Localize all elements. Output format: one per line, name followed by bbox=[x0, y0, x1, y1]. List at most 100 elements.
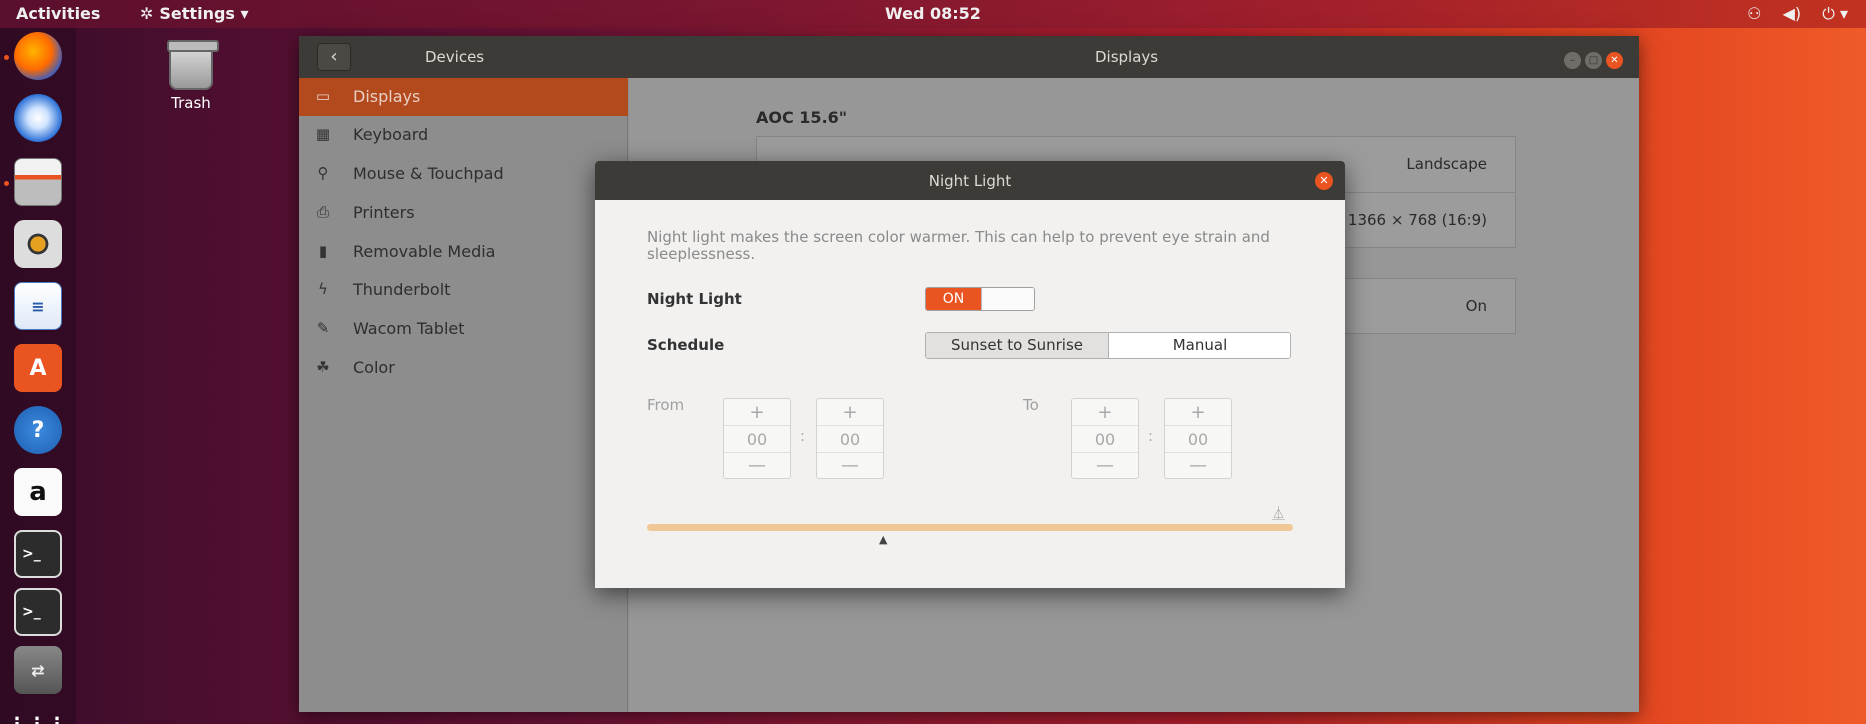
sidebar-item-label: Displays bbox=[353, 87, 421, 106]
writer-icon[interactable]: ≡ bbox=[14, 282, 62, 330]
increment-button[interactable]: + bbox=[724, 400, 790, 426]
night-light-value: On bbox=[1465, 297, 1487, 315]
help-icon[interactable]: ? bbox=[14, 406, 62, 454]
amazon-icon[interactable]: a bbox=[14, 468, 62, 516]
window-controls: – □ ✕ bbox=[1560, 48, 1623, 69]
power-icon: ⏻ ▾ bbox=[1822, 4, 1848, 23]
sidebar-item-label: Keyboard bbox=[353, 125, 429, 144]
trash-desktop-icon[interactable]: Trash bbox=[156, 40, 226, 112]
display-icon: ▭ bbox=[315, 87, 331, 105]
top-bar: Activities ✲ Settings ▾ Wed 08:52 ⚇ ◀) ⏻ … bbox=[0, 0, 1866, 28]
minimize-button[interactable]: – bbox=[1564, 52, 1581, 69]
monitor-name: AOC 15.6" bbox=[756, 108, 848, 127]
increment-button[interactable]: + bbox=[1165, 400, 1231, 426]
to-minutes-spinner[interactable]: + 00 — bbox=[1164, 398, 1232, 479]
time-separator: : bbox=[1148, 427, 1154, 445]
tablet-icon: ✎ bbox=[316, 319, 330, 337]
from-label: From bbox=[647, 396, 685, 414]
printer-icon: ⎙ bbox=[316, 203, 329, 221]
sidebar-item-label: Removable Media bbox=[353, 242, 496, 261]
clock[interactable]: Wed 08:52 bbox=[885, 4, 981, 23]
night-light-dialog: Night Light ✕ Night light makes the scre… bbox=[595, 161, 1345, 588]
schedule-sunset-to-sunrise-button[interactable]: Sunset to Sunrise bbox=[926, 333, 1109, 358]
to-hours-value[interactable]: 00 bbox=[1072, 426, 1138, 453]
orientation-value: Landscape bbox=[1406, 155, 1487, 173]
terminal-icon[interactable]: >_ bbox=[14, 588, 62, 636]
maximize-button[interactable]: □ bbox=[1585, 52, 1602, 69]
app-menu[interactable]: ✲ Settings ▾ bbox=[140, 4, 249, 23]
network-icon: ⚇ bbox=[1747, 4, 1762, 23]
system-menu[interactable]: ⚇ ◀) ⏻ ▾ bbox=[1731, 4, 1848, 24]
sidebar-item-printers[interactable]: ⎙ Printers bbox=[299, 194, 628, 232]
dialog-close-button[interactable]: ✕ bbox=[1315, 172, 1333, 190]
remmina-icon[interactable]: ⇄ bbox=[14, 646, 62, 694]
back-button[interactable]: ‹ bbox=[317, 43, 351, 71]
terminal-icon[interactable]: >_ bbox=[14, 530, 62, 578]
color-icon: ☘ bbox=[316, 358, 330, 376]
sidebar-item-label: Mouse & Touchpad bbox=[353, 164, 504, 183]
schedule-label: Schedule bbox=[647, 336, 725, 354]
close-button[interactable]: ✕ bbox=[1606, 52, 1623, 69]
mouse-icon: ⚲ bbox=[317, 164, 329, 182]
night-light-timeline bbox=[647, 524, 1293, 531]
settings-titlebar: ‹ Devices Displays – □ ✕ bbox=[299, 36, 1639, 78]
decrement-button[interactable]: — bbox=[817, 453, 883, 479]
running-indicator bbox=[4, 55, 9, 60]
sidebar-item-thunderbolt[interactable]: ϟ Thunderbolt bbox=[299, 271, 628, 309]
to-label: To bbox=[1023, 396, 1039, 414]
dock: ≡ A ? a >_ >_ ⇄ ⋮⋮⋮ bbox=[0, 28, 76, 724]
sunrise-icon: ⏅ bbox=[1272, 507, 1286, 522]
running-indicator bbox=[4, 181, 9, 186]
dialog-titlebar: Night Light ✕ bbox=[595, 161, 1345, 200]
to-hours-spinner[interactable]: + 00 — bbox=[1071, 398, 1139, 479]
sidebar-item-keyboard[interactable]: ▦ Keyboard bbox=[299, 116, 628, 154]
sidebar-item-removable-media[interactable]: ▮ Removable Media bbox=[299, 233, 628, 271]
settings-sidebar: ▭ Displays ▦ Keyboard ⚲ Mouse & Touchpad… bbox=[299, 78, 628, 712]
trash-icon bbox=[167, 40, 219, 90]
sidebar-item-mouse[interactable]: ⚲ Mouse & Touchpad bbox=[299, 155, 628, 193]
dialog-title: Night Light bbox=[928, 172, 1012, 190]
from-hours-spinner[interactable]: + 00 — bbox=[723, 398, 791, 479]
thunderbolt-icon: ϟ bbox=[318, 280, 328, 298]
time-separator: : bbox=[800, 427, 806, 445]
gear-icon: ✲ bbox=[140, 4, 154, 23]
software-icon[interactable]: A bbox=[14, 344, 62, 392]
night-light-switch[interactable]: ON bbox=[925, 287, 1035, 311]
app-menu-label: Settings ▾ bbox=[159, 4, 249, 23]
sidebar-item-color[interactable]: ☘ Color bbox=[299, 349, 628, 387]
decrement-button[interactable]: — bbox=[1072, 453, 1138, 479]
switch-state: ON bbox=[926, 288, 981, 310]
schedule-toggle: Sunset to Sunrise Manual bbox=[925, 332, 1291, 359]
current-time-marker-icon: ▲ bbox=[879, 533, 888, 546]
firefox-icon[interactable] bbox=[14, 32, 62, 80]
switch-knob bbox=[981, 288, 1034, 310]
window-title: Displays bbox=[1095, 48, 1159, 66]
rhythmbox-icon[interactable] bbox=[14, 220, 62, 268]
from-hours-value[interactable]: 00 bbox=[724, 426, 790, 453]
show-applications-icon[interactable]: ⋮⋮⋮ bbox=[8, 700, 66, 724]
night-light-label: Night Light bbox=[647, 290, 742, 308]
trash-label: Trash bbox=[171, 94, 211, 112]
from-minutes-value[interactable]: 00 bbox=[817, 426, 883, 453]
sidebar-item-displays[interactable]: ▭ Displays bbox=[299, 78, 628, 116]
keyboard-icon: ▦ bbox=[315, 125, 331, 143]
sidebar-item-label: Wacom Tablet bbox=[353, 319, 465, 338]
increment-button[interactable]: + bbox=[817, 400, 883, 426]
files-icon[interactable] bbox=[14, 158, 62, 206]
usb-icon: ▮ bbox=[318, 242, 328, 260]
from-minutes-spinner[interactable]: + 00 — bbox=[816, 398, 884, 479]
sidebar-item-label: Thunderbolt bbox=[353, 280, 451, 299]
schedule-manual-button[interactable]: Manual bbox=[1109, 333, 1290, 358]
to-minutes-value[interactable]: 00 bbox=[1165, 426, 1231, 453]
decrement-button[interactable]: — bbox=[724, 453, 790, 479]
sidebar-item-wacom-tablet[interactable]: ✎ Wacom Tablet bbox=[299, 310, 628, 348]
sidebar-item-label: Color bbox=[353, 358, 395, 377]
activities-button[interactable]: Activities bbox=[16, 4, 100, 23]
panel-title: Devices bbox=[425, 48, 485, 66]
thunderbird-icon[interactable] bbox=[14, 94, 62, 142]
sidebar-item-label: Printers bbox=[353, 203, 415, 222]
resolution-value: 1366 × 768 (16:9) bbox=[1347, 211, 1487, 229]
night-light-description: Night light makes the screen color warme… bbox=[647, 228, 1270, 263]
increment-button[interactable]: + bbox=[1072, 400, 1138, 426]
decrement-button[interactable]: — bbox=[1165, 453, 1231, 479]
